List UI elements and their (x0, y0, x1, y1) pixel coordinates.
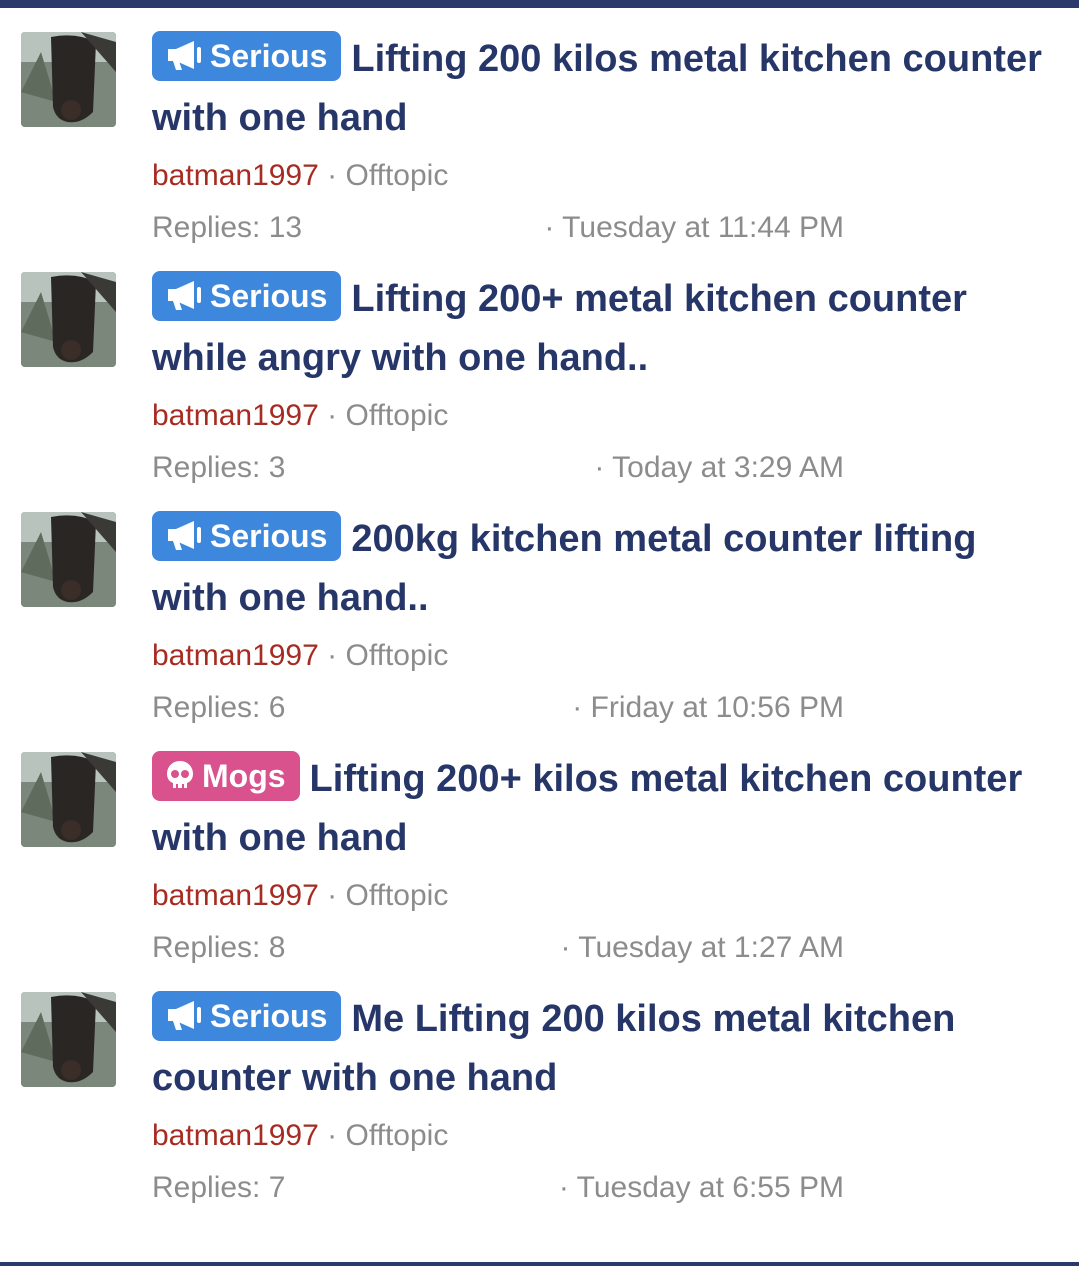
prefix-label: Mogs (202, 758, 286, 794)
last-post-date[interactable]: · Tuesday at 6:55 PM (559, 1168, 844, 1208)
prefix-badge[interactable]: Serious (152, 991, 342, 1041)
forum-link[interactable]: Offtopic (345, 399, 448, 432)
reply-count: Replies: 3 (152, 451, 286, 484)
author-link[interactable]: batman1997 (152, 159, 319, 192)
thread-title: Serious Me Lifting 200 kilos metal kitche… (152, 990, 1052, 1108)
prefix-badge[interactable]: Serious (152, 31, 342, 81)
thread-stats: Replies: 8 · Tuesday at 1:27 AM (152, 928, 1052, 968)
thread-title: Serious Lifting 200 kilos metal kitchen c… (152, 30, 1052, 148)
thread-stats: Replies: 7 · Tuesday at 6:55 PM (152, 1168, 1052, 1208)
avatar[interactable] (21, 992, 116, 1087)
reply-count: Replies: 7 (152, 1171, 286, 1204)
thread-item[interactable]: Serious Lifting 200+ metal kitchen counte… (0, 248, 1079, 488)
thread-title: Serious 200kg kitchen metal counter lifti… (152, 510, 1052, 628)
bottom-divider (0, 1262, 1079, 1266)
prefix-badge[interactable]: Serious (152, 511, 342, 561)
forum-link[interactable]: Offtopic (345, 1119, 448, 1152)
reply-count: Replies: 6 (152, 691, 286, 724)
last-post-date[interactable]: · Tuesday at 1:27 AM (561, 928, 845, 968)
author-link[interactable]: batman1997 (152, 639, 319, 672)
thread-item[interactable]: Serious 200kg kitchen metal counter lifti… (0, 488, 1079, 728)
megaphone-icon (164, 995, 204, 1030)
prefix-label: Serious (210, 518, 328, 554)
prefix-badge[interactable]: Serious (152, 271, 342, 321)
author-link[interactable]: batman1997 (152, 1119, 319, 1152)
thread-meta: batman1997 · Offtopic (152, 156, 1052, 196)
author-link[interactable]: batman1997 (152, 399, 319, 432)
megaphone-icon (164, 35, 204, 70)
reply-count: Replies: 8 (152, 931, 286, 964)
skull-icon (164, 755, 196, 788)
thread-meta: batman1997 · Offtopic (152, 396, 1052, 436)
prefix-badge[interactable]: Mogs (152, 751, 300, 801)
forum-link[interactable]: Offtopic (345, 879, 448, 912)
forum-link[interactable]: Offtopic (345, 639, 448, 672)
thread-meta: batman1997 · Offtopic (152, 636, 1052, 676)
thread-stats: Replies: 3 · Today at 3:29 AM (152, 448, 1052, 488)
last-post-date[interactable]: · Friday at 10:56 PM (572, 688, 844, 728)
thread-title: Serious Lifting 200+ metal kitchen counte… (152, 270, 1052, 388)
avatar[interactable] (21, 512, 116, 607)
megaphone-icon (164, 515, 204, 550)
forum-link[interactable]: Offtopic (345, 159, 448, 192)
last-post-date[interactable]: · Today at 3:29 AM (594, 448, 844, 488)
prefix-label: Serious (210, 998, 328, 1034)
author-link[interactable]: batman1997 (152, 879, 319, 912)
avatar[interactable] (21, 752, 116, 847)
thread-title: Mogs Lifting 200+ kilos metal kitchen cou… (152, 750, 1052, 868)
thread-item[interactable]: Serious Me Lifting 200 kilos metal kitche… (0, 968, 1079, 1208)
thread-meta: batman1997 · Offtopic (152, 1116, 1052, 1156)
meta-separator: · (318, 399, 346, 432)
prefix-label: Serious (210, 278, 328, 314)
meta-separator: · (318, 1119, 346, 1152)
thread-stats: Replies: 6 · Friday at 10:56 PM (152, 688, 1052, 728)
megaphone-icon (164, 275, 204, 310)
meta-separator: · (318, 879, 346, 912)
thread-meta: batman1997 · Offtopic (152, 876, 1052, 916)
prefix-label: Serious (210, 38, 328, 74)
top-bar (0, 0, 1079, 8)
last-post-date[interactable]: · Tuesday at 11:44 PM (544, 208, 844, 248)
reply-count: Replies: 13 (152, 211, 303, 244)
avatar[interactable] (21, 32, 116, 127)
thread-item[interactable]: Serious Lifting 200 kilos metal kitchen c… (0, 8, 1079, 248)
thread-item[interactable]: Mogs Lifting 200+ kilos metal kitchen cou… (0, 728, 1079, 968)
meta-separator: · (318, 639, 346, 672)
avatar[interactable] (21, 272, 116, 367)
meta-separator: · (318, 159, 346, 192)
thread-stats: Replies: 13 · Tuesday at 11:44 PM (152, 208, 1052, 248)
